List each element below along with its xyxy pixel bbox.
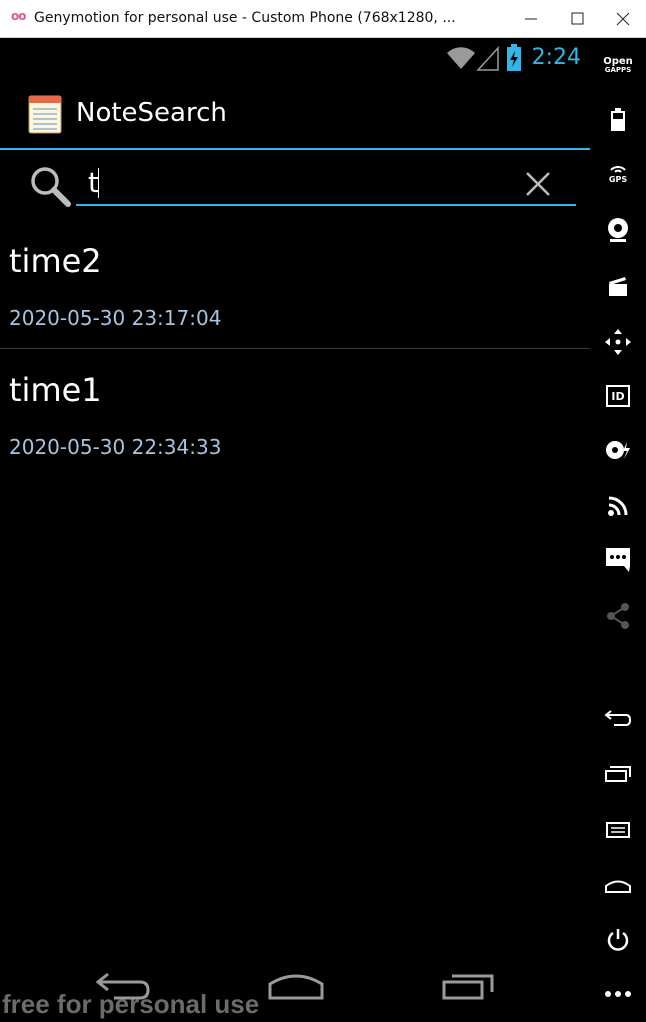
gps-button[interactable]: GPS xyxy=(590,152,646,196)
note-date: 2020-05-30 22:34:33 xyxy=(9,435,222,459)
recent-apps-icon xyxy=(605,766,631,782)
note-list-item[interactable]: time1 2020-05-30 22:34:33 xyxy=(0,349,590,477)
screencast-button[interactable] xyxy=(590,264,646,308)
network-button[interactable] xyxy=(590,484,646,528)
gps-icon xyxy=(610,166,626,173)
share-icon xyxy=(607,603,629,629)
opengapps-line2: GAPPS xyxy=(604,66,632,74)
power-button[interactable] xyxy=(590,918,646,962)
message-icon xyxy=(606,548,630,572)
recent-apps-button[interactable] xyxy=(590,752,646,796)
clapperboard-icon xyxy=(609,277,627,296)
clear-search-icon[interactable] xyxy=(524,170,552,198)
note-title: time1 xyxy=(9,371,102,409)
notepad-icon[interactable] xyxy=(28,94,62,134)
signal-icon xyxy=(476,46,499,71)
id-label: ID xyxy=(611,389,625,403)
search-icon xyxy=(31,167,71,207)
id-icon: ID xyxy=(606,385,630,407)
remote-control-button[interactable] xyxy=(590,320,646,364)
home-button[interactable] xyxy=(590,864,646,908)
home-icon xyxy=(605,880,631,893)
close-icon xyxy=(616,12,630,26)
share-button[interactable] xyxy=(590,594,646,638)
window-titlebar: oo Genymotion for personal use - Custom … xyxy=(0,0,646,38)
back-icon xyxy=(604,710,632,726)
dpad-icon xyxy=(605,329,631,355)
disk-io-button[interactable] xyxy=(590,428,646,472)
webcam-icon xyxy=(608,218,628,242)
back-button[interactable] xyxy=(590,696,646,740)
action-bar: NoteSearch xyxy=(0,78,590,150)
menu-icon xyxy=(606,822,630,838)
search-input[interactable]: t xyxy=(76,160,576,206)
minimize-button[interactable] xyxy=(508,0,554,38)
note-list-item[interactable]: time2 2020-05-30 23:17:04 xyxy=(0,220,590,348)
genymotion-logo: oo xyxy=(11,9,26,23)
battery-icon xyxy=(611,108,625,131)
status-bar: 2:24 xyxy=(0,38,590,78)
device-id-button[interactable]: ID xyxy=(590,374,646,418)
battery-charging-icon xyxy=(507,44,521,71)
close-window-button[interactable] xyxy=(600,0,646,38)
status-clock: 2:24 xyxy=(531,45,581,70)
text-cursor xyxy=(98,168,99,198)
gps-label: GPS xyxy=(608,175,628,184)
opengapps-button[interactable]: Open GAPPS xyxy=(590,44,646,88)
sms-button[interactable] xyxy=(590,538,646,582)
note-title: time2 xyxy=(9,242,102,280)
maximize-button[interactable] xyxy=(554,0,600,38)
emulator-sidebar: Open GAPPS GPS ID xyxy=(590,38,646,1022)
disk-io-icon xyxy=(606,441,630,459)
wifi-icon xyxy=(447,47,475,69)
minimize-icon xyxy=(525,18,537,20)
note-date: 2020-05-30 23:17:04 xyxy=(9,306,222,330)
window-title: Genymotion for personal use - Custom Pho… xyxy=(34,10,456,26)
opengapps-line1: Open xyxy=(603,56,633,67)
app-title: NoteSearch xyxy=(76,98,227,128)
rss-icon xyxy=(608,496,628,516)
more-options-button[interactable] xyxy=(590,972,646,1016)
power-icon xyxy=(607,929,629,951)
menu-button[interactable] xyxy=(590,808,646,852)
phone-screen: 2:24 NoteSearch t time2 2020-05-30 23:17… xyxy=(0,38,590,1022)
webcam-button[interactable] xyxy=(590,208,646,252)
maximize-icon xyxy=(571,12,584,25)
more-dots-icon xyxy=(605,991,631,997)
search-row: t xyxy=(0,150,590,216)
personal-use-watermark: free for personal use xyxy=(2,989,260,1019)
nav-home-icon[interactable] xyxy=(268,970,324,1000)
battery-button[interactable] xyxy=(590,98,646,142)
nav-recent-apps-icon[interactable] xyxy=(442,970,496,1000)
